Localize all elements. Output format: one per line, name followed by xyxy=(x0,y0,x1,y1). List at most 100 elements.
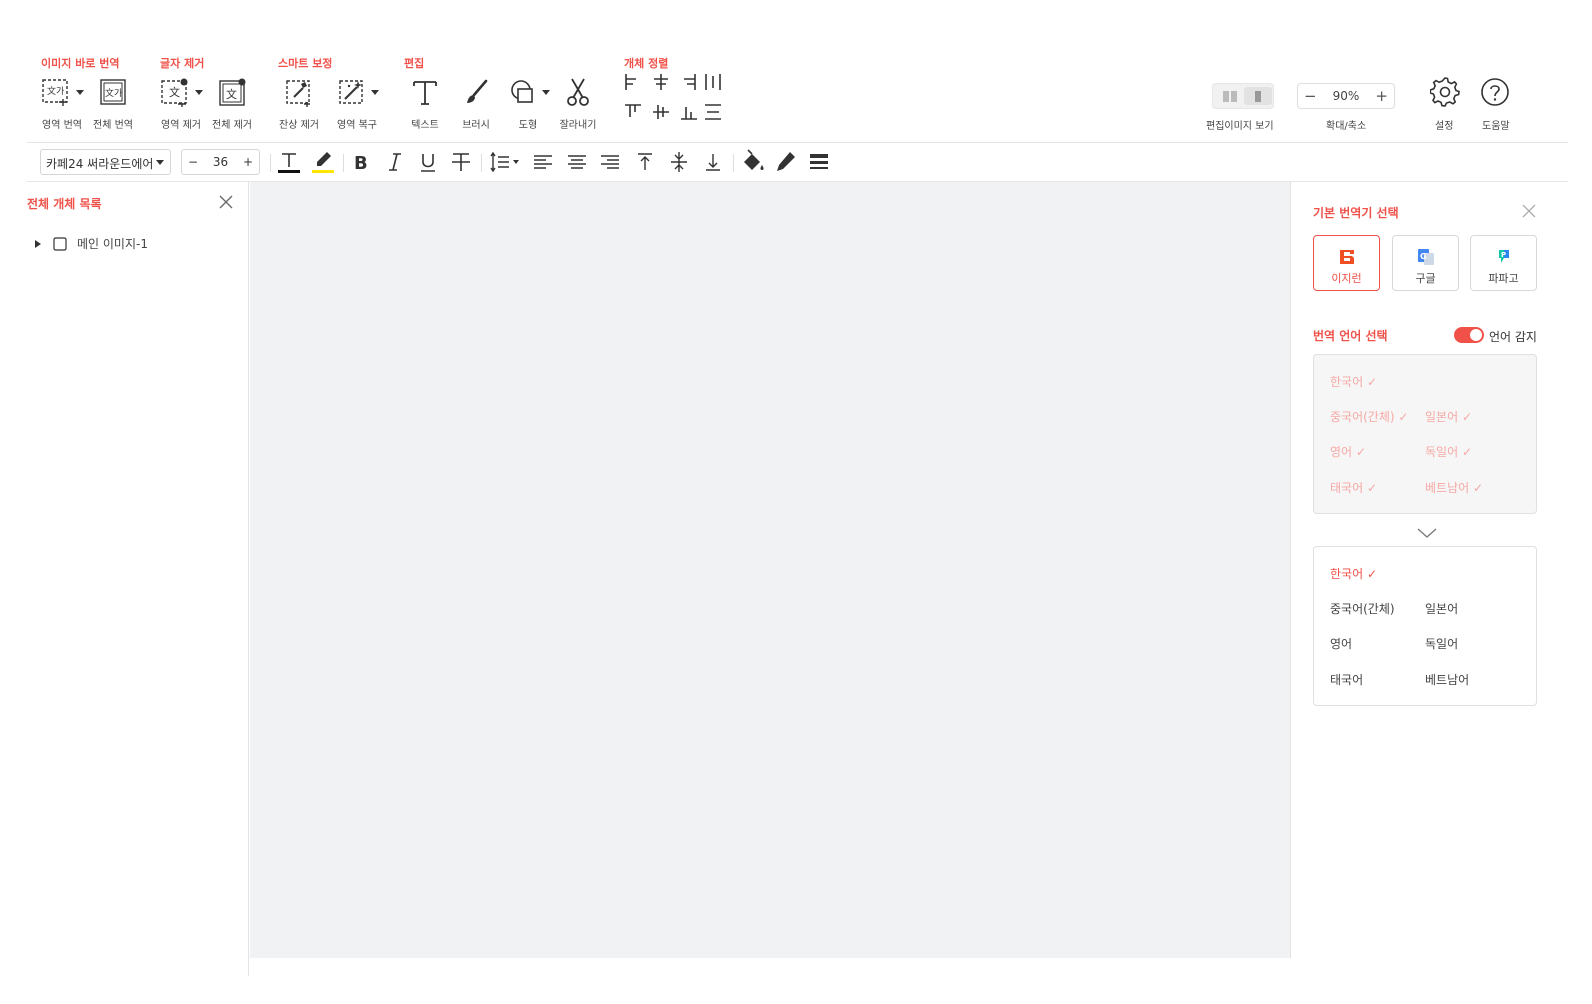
edit-image-view-toggle[interactable] xyxy=(1212,83,1274,109)
source-lang-vietnamese[interactable]: 베트남어 ✓ xyxy=(1425,479,1483,496)
stroke-color-button[interactable] xyxy=(773,149,799,175)
font-family-value: 카페24 써라운드에어 xyxy=(46,157,154,171)
bold-button[interactable]: B xyxy=(348,149,374,175)
source-lang-korean[interactable]: 한국어 ✓ xyxy=(1330,373,1377,390)
align-right-icon[interactable] xyxy=(678,71,700,93)
engine-papago-button[interactable]: P 파파고 xyxy=(1470,235,1537,291)
help-button[interactable] xyxy=(1480,77,1510,111)
target-lang-german[interactable]: 독일어 xyxy=(1425,635,1458,652)
highlighter-icon xyxy=(312,152,334,173)
close-icon xyxy=(1522,204,1536,218)
tool-label: 잔상 제거 xyxy=(279,120,319,131)
magic-wand-icon xyxy=(338,80,363,104)
target-language-box: 한국어 ✓ 중국어(간체) 일본어 영어 독일어 태국어 베트남어 xyxy=(1313,546,1537,706)
tool-label: 영역 제거 xyxy=(161,120,201,131)
align-bottom-icon[interactable] xyxy=(678,101,700,123)
brush-tool-button[interactable]: 브러시 xyxy=(448,73,504,131)
split-view-icon[interactable] xyxy=(1216,87,1244,105)
strikethrough-button[interactable] xyxy=(448,149,474,175)
full-remove-button[interactable]: 文 전체 제거 xyxy=(204,73,260,131)
check-icon: ✓ xyxy=(1461,445,1473,459)
align-middle-icon[interactable] xyxy=(650,101,672,123)
group-title-align: 개체 정렬 xyxy=(624,57,669,70)
highlight-color-button[interactable] xyxy=(310,149,336,175)
check-icon: ✓ xyxy=(1366,481,1378,495)
close-translator-panel-button[interactable] xyxy=(1521,203,1537,223)
tree-item-main-image[interactable]: 메인 이미지-1 xyxy=(33,235,148,252)
distribute-vertical-icon[interactable] xyxy=(702,101,724,123)
engine-google-button[interactable]: G 구글 xyxy=(1392,235,1459,291)
editing-canvas[interactable] xyxy=(250,182,1290,958)
area-remove-button[interactable]: 文 영역 제거 xyxy=(153,73,209,131)
vertical-align-middle-button[interactable] xyxy=(666,149,692,175)
view-label: 편집이미지 보기 xyxy=(1206,121,1274,132)
area-restore-button[interactable]: 영역 복구 xyxy=(329,73,385,131)
fill-color-button[interactable] xyxy=(739,149,765,175)
object-list-panel: 전체 개체 목록 메인 이미지-1 xyxy=(27,182,249,976)
zoom-in-button[interactable]: + xyxy=(1375,87,1388,105)
auto-detect-label: 언어 감지 xyxy=(1489,330,1537,344)
font-size-decrease-button[interactable]: − xyxy=(188,155,198,169)
chevron-down-icon xyxy=(156,160,164,165)
area-translate-button[interactable]: 文가 영역 번역 xyxy=(34,73,90,131)
font-size-increase-button[interactable]: + xyxy=(243,155,253,169)
font-size-stepper[interactable]: − 36 + xyxy=(181,149,260,175)
underline-button[interactable] xyxy=(415,149,441,175)
question-circle-icon xyxy=(1481,78,1509,106)
target-lang-english[interactable]: 영어 xyxy=(1330,635,1352,652)
source-lang-english[interactable]: 영어 ✓ xyxy=(1330,443,1366,460)
tool-label: 도형 xyxy=(518,120,538,131)
align-text-center-button[interactable] xyxy=(564,149,590,175)
vertical-align-top-button[interactable] xyxy=(632,149,658,175)
single-view-icon[interactable] xyxy=(1244,87,1272,105)
source-lang-japanese[interactable]: 일본어 ✓ xyxy=(1425,408,1472,425)
font-size-value[interactable]: 36 xyxy=(213,155,228,169)
brush-icon xyxy=(467,79,488,103)
align-top-icon[interactable] xyxy=(622,101,644,123)
residue-remove-button[interactable]: 잔상 제거 xyxy=(271,73,327,131)
full-translate-icon: 文가 xyxy=(100,79,126,105)
vertical-align-middle-icon xyxy=(671,152,687,172)
align-text-right-button[interactable] xyxy=(597,149,623,175)
target-lang-vietnamese[interactable]: 베트남어 xyxy=(1425,671,1469,688)
check-icon: ✓ xyxy=(1398,410,1409,424)
stroke-width-button[interactable] xyxy=(806,149,832,175)
full-translate-button[interactable]: 文가 전체 번역 xyxy=(85,73,141,131)
align-center-horizontal-icon[interactable] xyxy=(650,71,672,93)
text-color-button[interactable] xyxy=(276,149,302,175)
crop-tool-button[interactable]: 잘라내기 xyxy=(550,73,606,131)
settings-label: 설정 xyxy=(1435,121,1454,132)
target-lang-chinese[interactable]: 중국어(간체) xyxy=(1330,600,1395,617)
italic-button[interactable] xyxy=(382,149,408,175)
target-lang-korean[interactable]: 한국어 ✓ xyxy=(1330,565,1377,582)
divider xyxy=(481,154,482,172)
target-lang-japanese[interactable]: 일본어 xyxy=(1425,600,1458,617)
auto-detect-toggle[interactable] xyxy=(1454,327,1484,343)
close-object-list-button[interactable] xyxy=(218,194,234,214)
divider xyxy=(733,154,734,172)
caret-right-icon[interactable] xyxy=(33,239,43,249)
settings-button[interactable] xyxy=(1429,77,1460,111)
ezlearn-logo-icon xyxy=(1339,250,1354,264)
tool-label: 텍스트 xyxy=(411,120,439,131)
vertical-align-bottom-button[interactable] xyxy=(700,149,726,175)
svg-text:文가: 文가 xyxy=(47,85,64,97)
bold-icon: B xyxy=(354,153,368,174)
chevron-down-icon xyxy=(370,89,379,95)
zoom-out-button[interactable]: − xyxy=(1304,87,1317,105)
language-title: 번역 언어 선택 xyxy=(1313,329,1388,343)
tool-label: 영역 복구 xyxy=(337,120,377,131)
target-lang-thai[interactable]: 태국어 xyxy=(1330,671,1363,688)
align-text-left-button[interactable] xyxy=(530,149,556,175)
shape-tool-button[interactable]: 도형 xyxy=(500,73,556,131)
line-height-button[interactable] xyxy=(488,149,522,175)
engine-ezlearn-button[interactable]: 이지런 xyxy=(1313,235,1380,291)
align-left-icon[interactable] xyxy=(622,71,644,93)
source-lang-chinese[interactable]: 중국어(간체) ✓ xyxy=(1330,408,1408,425)
source-lang-german[interactable]: 독일어 ✓ xyxy=(1425,443,1472,460)
text-tool-button[interactable]: 텍스트 xyxy=(397,73,453,131)
font-family-select[interactable]: 카페24 써라운드에어 xyxy=(40,149,171,175)
distribute-horizontal-icon[interactable] xyxy=(702,71,724,93)
tool-label: 잘라내기 xyxy=(559,120,597,131)
source-lang-thai[interactable]: 태국어 ✓ xyxy=(1330,479,1377,496)
